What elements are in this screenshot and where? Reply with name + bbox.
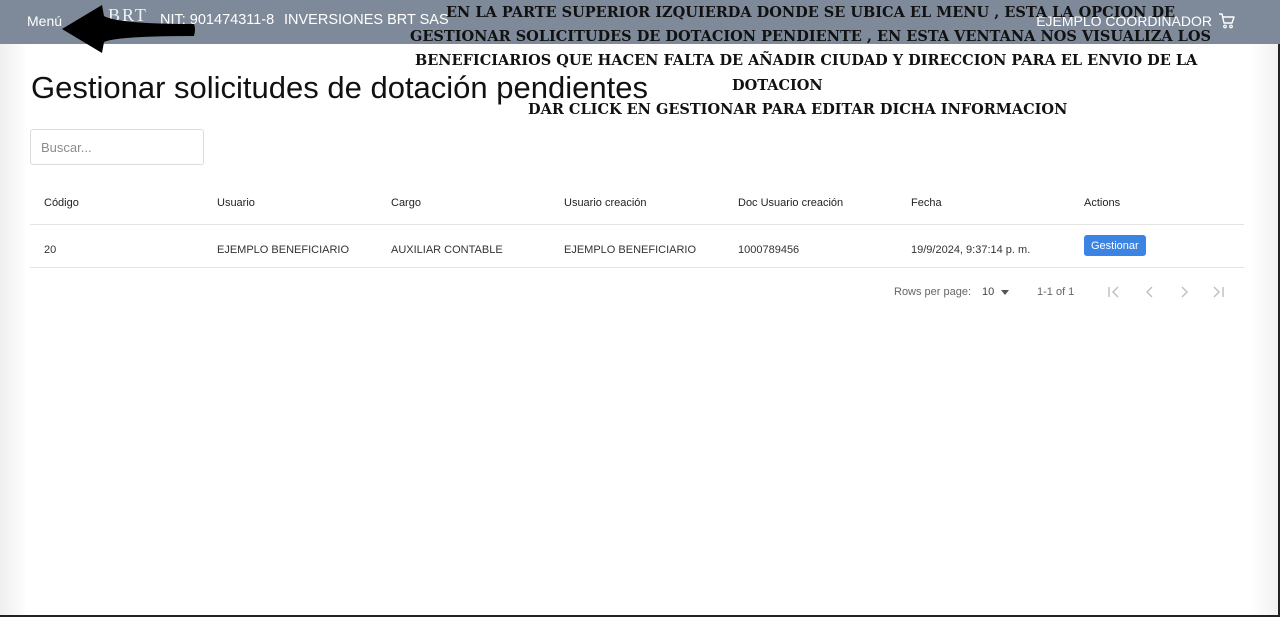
column-header-usuario-creacion[interactable]: Usuario creación	[564, 197, 647, 209]
cell-cargo: AUXILIAR CONTABLE	[391, 244, 503, 256]
search-box[interactable]	[30, 129, 204, 165]
cell-fecha: 19/9/2024, 9:37:14 p. m.	[911, 244, 1031, 256]
chevron-down-icon[interactable]	[1001, 290, 1009, 295]
annotation-line-3: BENEFICIARIOS QUE HACEN FALTA DE AÑADIR …	[415, 52, 1198, 69]
column-header-actions: Actions	[1084, 197, 1121, 209]
column-header-cargo[interactable]: Cargo	[391, 197, 421, 209]
last-page-icon[interactable]	[1211, 285, 1225, 299]
first-page-icon[interactable]	[1107, 285, 1121, 299]
gestionar-button[interactable]: Gestionar	[1084, 235, 1146, 256]
annotation-line-1: EN LA PARTE SUPERIOR IZQUIERDA DONDE SE …	[446, 4, 1176, 21]
rows-per-page-label: Rows per page:	[894, 286, 972, 298]
cell-usuario-creacion: EJEMPLO BENEFICIARIO	[564, 244, 697, 256]
pagination-range: 1-1 of 1	[1037, 286, 1075, 298]
menu-button[interactable]: Menú	[27, 13, 62, 29]
cell-usuario: EJEMPLO BENEFICIARIO	[217, 244, 350, 256]
company-name: INVERSIONES BRT SAS	[284, 12, 449, 28]
column-header-usuario[interactable]: Usuario	[217, 197, 255, 209]
column-header-codigo[interactable]: Código	[44, 197, 79, 209]
rows-per-page-select[interactable]: 10	[982, 286, 994, 298]
next-page-icon[interactable]	[1177, 285, 1191, 299]
column-header-fecha[interactable]: Fecha	[911, 197, 942, 209]
annotation-line-4: DOTACION	[732, 77, 823, 94]
cell-codigo: 20	[44, 244, 57, 256]
search-input[interactable]	[39, 139, 203, 156]
prev-page-icon[interactable]	[1143, 285, 1157, 299]
column-header-doc-usuario-creacion[interactable]: Doc Usuario creación	[738, 197, 843, 209]
requests-table: Código Usuario Cargo Usuario creación Do…	[30, 181, 1244, 268]
page-title: Gestionar solicitudes de dotación pendie…	[31, 70, 648, 105]
cell-doc-usuario-creacion: 1000789456	[738, 244, 800, 256]
annotation-line-2: GESTIONAR SOLICITUDES DE DOTACION PENDIE…	[410, 28, 1211, 45]
cart-icon[interactable]	[1218, 12, 1236, 30]
table-header-row: Código Usuario Cargo Usuario creación Do…	[30, 181, 1244, 225]
table-row[interactable]: 20 EJEMPLO BENEFICIARIO AUXILIAR CONTABL…	[30, 225, 1244, 268]
annotation-arrow-icon	[62, 5, 195, 53]
